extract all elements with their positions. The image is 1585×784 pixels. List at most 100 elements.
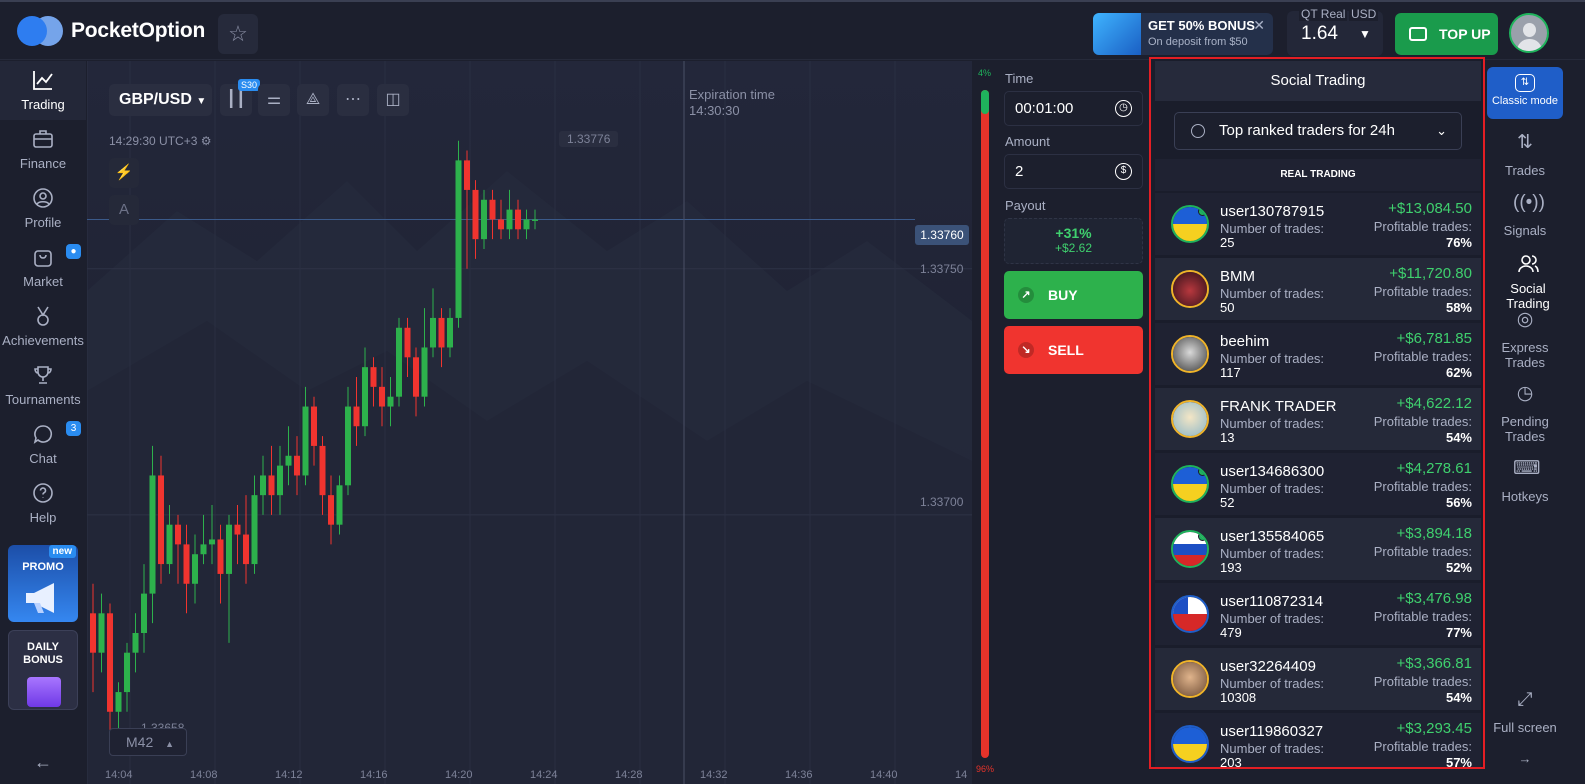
trader-row[interactable]: beehim Number of trades: 117 +$6,781.85 … [1155,323,1481,385]
candle-body [192,554,198,584]
sidebar-item-express-trades[interactable]: ◎ Express Trades [1487,310,1563,370]
candle-body [209,539,215,545]
sidebar-item-market[interactable]: Market ● [0,238,86,297]
daily-bonus-card[interactable]: DAILY BONUS [8,630,78,710]
avatar[interactable] [1509,13,1549,53]
sidebar-item-tournaments[interactable]: Tournaments [0,356,86,415]
sidebar-item-signals[interactable]: ((•)) Signals [1487,193,1563,238]
sentiment-up: 4% [978,68,992,78]
flag-russia-icon [1171,530,1209,568]
layout-button[interactable]: ◫ [377,84,409,116]
indicators-button[interactable]: ⚌ [258,84,290,116]
candle-body [268,475,275,496]
candle-body [226,524,232,574]
section-title: REAL TRADING [1155,159,1481,191]
expand-arrow-icon[interactable]: → [1487,751,1563,766]
sidebar-item-label: Profile [24,215,62,230]
candle-body [421,347,428,397]
sidebar-item-profile[interactable]: Profile [0,179,86,238]
lightning-icon[interactable]: ⚡ [109,158,139,188]
text-tool-icon[interactable]: A [109,195,139,225]
price-axis-label: 1.33700 [920,495,964,509]
trader-profit: +$11,720.80 [1389,265,1472,282]
sidebar-item-social-trading[interactable]: Social Trading [1487,253,1569,311]
time-input[interactable]: 00:01:00 ◷ [1004,91,1143,126]
sell-button[interactable]: ↘ SELL [1004,326,1143,374]
indicator-selector[interactable]: M42 ▲ [109,728,187,756]
candle-body [294,455,300,476]
collapse-arrow-icon[interactable]: ← [34,752,52,773]
trading-chart[interactable]: GBP/USD ▼ ┃┃ S30 ⚌ ⟁ ⋯ ◫ 14:29:30 UTC+3 … [87,61,972,784]
trophy-icon [30,364,56,388]
trader-name: user130787915 [1220,203,1325,220]
trader-row[interactable]: user134686300 Number of trades: 52 +$4,2… [1155,453,1481,515]
candle-body [489,199,496,220]
trader-row[interactable]: user32264409 Number of trades: 10308 +$3… [1155,648,1481,710]
trades-count: 50 [1220,300,1235,315]
favorite-star-icon[interactable]: ☆ [218,14,258,54]
candle-body [166,524,173,565]
trades-label: Number of trades: [1220,741,1325,756]
trader-row[interactable]: user130787915 Number of trades: 25 +$13,… [1155,193,1481,255]
trader-name: user135584065 [1220,528,1325,545]
trader-profit: +$4,278.61 [1396,460,1473,477]
sidebar-item-help[interactable]: Help [0,474,86,533]
trader-profit: +$6,781.85 [1396,330,1473,347]
price-axis-label: 1.33750 [920,262,964,276]
time-axis-label: 14:28 [615,769,643,781]
candle-body [404,327,411,358]
account-currency: USD [1349,7,1379,21]
account-selector[interactable]: QT Real USD 1.64 ▼ [1287,7,1383,56]
fullscreen-button[interactable]: ⤢ Full screen [1487,690,1563,735]
trader-row[interactable]: user135584065 Number of trades: 193 +$3,… [1155,518,1481,580]
sidebar-item-trading[interactable]: Trading [0,61,86,120]
gear-icon[interactable]: ⚙ [201,134,212,148]
close-icon[interactable]: ✕ [1253,17,1265,34]
asset-pair: GBP/USD [119,91,192,108]
asset-selector[interactable]: GBP/USD ▼ [109,84,212,116]
trader-row[interactable]: BMM Number of trades: 50 +$11,720.80 Pro… [1155,258,1481,320]
high-price-label: 1.33776 [559,131,619,147]
top-up-button[interactable]: TOP UP [1395,13,1498,55]
trader-profit: +$13,084.50 [1388,200,1472,217]
candle-body [379,386,385,407]
time-label: Time [1005,71,1034,86]
trader-row[interactable]: user110872314 Number of trades: 479 +$3,… [1155,583,1481,645]
sell-label: SELL [1048,342,1084,358]
gift-icon [1093,13,1141,55]
more-button[interactable]: ⋯ [337,84,369,116]
chart-line-icon [30,69,56,93]
sidebar-item-finance[interactable]: Finance [0,120,86,179]
candle-body [319,445,326,496]
sidebar-item-pending-trades[interactable]: ◷ Pending Trades [1487,384,1563,444]
sidebar-item-chat[interactable]: Chat 3 [0,415,86,474]
trader-row[interactable]: user119860327 Number of trades: 203 +$3,… [1155,713,1481,769]
trader-row[interactable]: FRANK TRADER Number of trades: 13 +$4,62… [1155,388,1481,450]
sidebar-item-hotkeys[interactable]: ⌨ Hotkeys [1487,459,1563,504]
buy-button[interactable]: ↗ BUY [1004,271,1143,319]
candle-body [464,160,470,190]
gift-box-icon [27,677,61,707]
timeframe-badge: S30 [238,79,261,91]
drawings-button[interactable]: ⟁ [297,84,329,116]
trader-avatar-icon [1171,335,1209,373]
candle-body [277,465,283,496]
trader-profit: +$4,622.12 [1396,395,1473,412]
promo-card[interactable]: new PROMO [8,545,78,622]
candle-body [481,199,487,240]
ranking-filter-dropdown[interactable]: Top ranked traders for 24h ⌄ [1174,112,1462,150]
sidebar-item-label: Signals [1503,223,1547,238]
profitable-label: Profitable trades: [1373,349,1472,364]
bonus-banner[interactable]: GET 50% BONUS On deposit from $50 ✕ [1093,13,1273,55]
amount-input[interactable]: 2 $ [1004,154,1143,189]
bonus-subtitle: On deposit from $50 [1148,36,1248,48]
flag-ukraine-icon [1171,465,1209,503]
social-trading-panel: Social Trading Top ranked traders for 24… [1149,57,1485,769]
sidebar-item-trades[interactable]: ⇅ Trades [1487,133,1563,178]
logo[interactable]: PocketOption [17,16,205,46]
promo-label: PROMO [22,561,64,573]
trades-count: 203 [1220,755,1242,769]
sidebar-item-achievements[interactable]: Achievements [0,297,86,356]
candle-body [217,539,224,574]
classic-mode-button[interactable]: ⇅ Classic mode [1487,67,1563,119]
